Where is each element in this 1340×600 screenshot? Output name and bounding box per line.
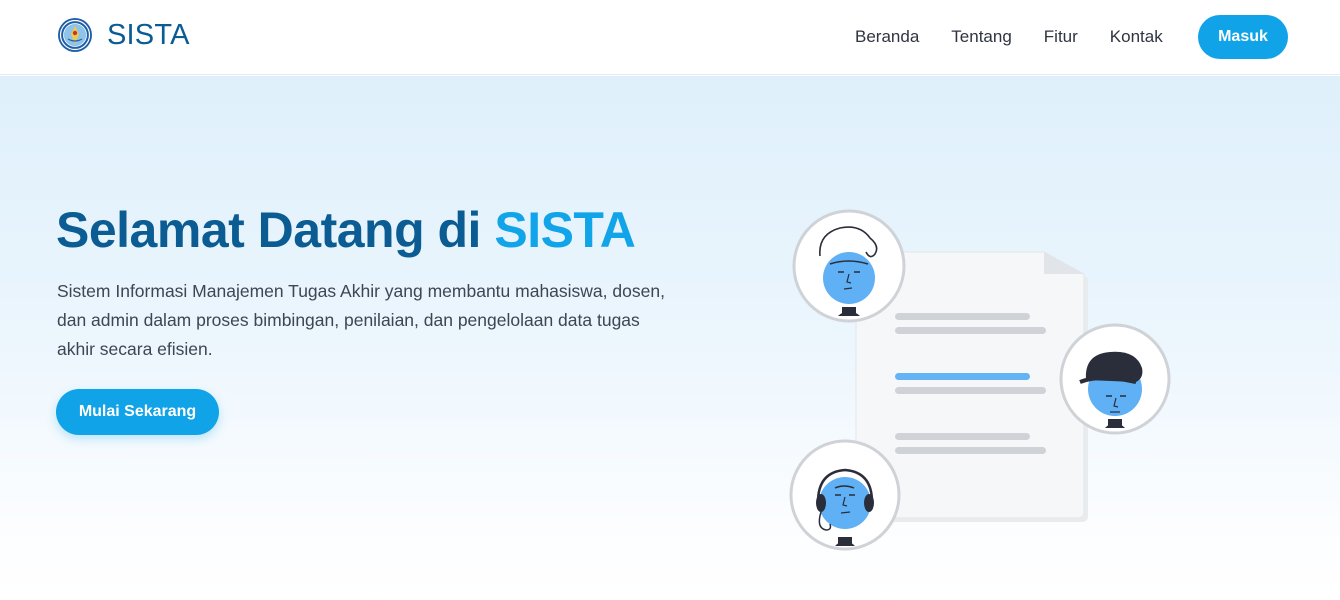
lecturer-avatar-icon xyxy=(1059,323,1171,435)
main-nav: Beranda Tentang Fitur Kontak xyxy=(855,27,1163,47)
university-seal-icon xyxy=(58,18,92,52)
hero-title-main: Selamat Datang di xyxy=(56,202,495,258)
nav-tentang[interactable]: Tentang xyxy=(951,27,1012,47)
login-button[interactable]: Masuk xyxy=(1198,15,1288,59)
brand-name: SISTA xyxy=(107,18,190,51)
hero-title-accent: SISTA xyxy=(494,202,636,258)
hero-description: Sistem Informasi Manajemen Tugas Akhir y… xyxy=(57,281,665,359)
nav-fitur[interactable]: Fitur xyxy=(1044,27,1078,47)
navbar: SISTA Beranda Tentang Fitur Kontak Masuk xyxy=(0,0,1340,75)
hero-title: Selamat Datang di SISTA xyxy=(56,200,636,260)
people-document-illustration xyxy=(789,209,1171,551)
student-avatar-icon xyxy=(792,209,906,323)
nav-beranda[interactable]: Beranda xyxy=(855,27,919,47)
get-started-button[interactable]: Mulai Sekarang xyxy=(56,389,219,435)
admin-avatar-icon xyxy=(789,439,901,551)
nav-kontak[interactable]: Kontak xyxy=(1110,27,1163,47)
hero-section: Selamat Datang di SISTA Sistem Informasi… xyxy=(0,76,1340,600)
brand-link[interactable]: SISTA xyxy=(57,17,190,53)
